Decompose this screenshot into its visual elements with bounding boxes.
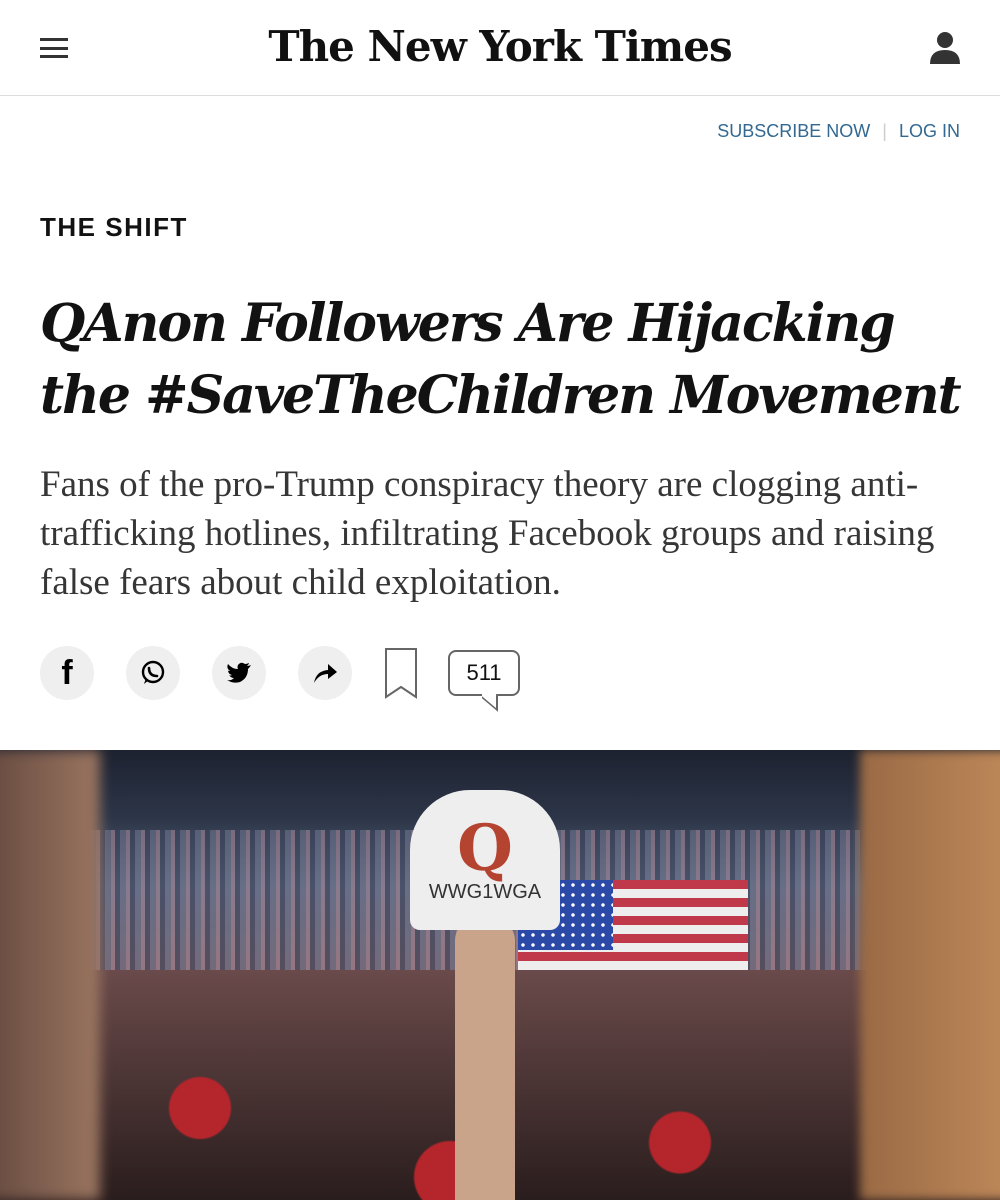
nyt-logo[interactable]: The New York Times <box>0 22 1000 71</box>
account-icon[interactable] <box>930 30 960 66</box>
foreground-blur-left <box>0 750 100 1200</box>
q-hat: Q WWG1WGA <box>410 790 560 930</box>
lead-photo[interactable]: Q WWG1WGA <box>0 750 1000 1200</box>
foreground-blur-right <box>860 750 1000 1200</box>
hat-letter: Q <box>457 810 513 886</box>
whatsapp-share-button[interactable] <box>126 646 180 700</box>
bookmark-icon[interactable] <box>384 647 418 699</box>
separator: | <box>882 121 887 141</box>
raised-arm <box>455 920 515 1200</box>
comments-button[interactable]: 511 <box>448 650 520 696</box>
headline: QAnon Followers Are Hijacking the #SaveT… <box>40 293 962 426</box>
hat-text: WWG1WGA <box>428 880 542 903</box>
share-arrow-icon <box>314 664 337 683</box>
top-bar: The New York Times <box>0 0 1000 96</box>
login-link[interactable]: LOG IN <box>899 121 960 141</box>
section-kicker[interactable]: THE SHIFT <box>40 212 188 243</box>
whatsapp-icon <box>141 660 165 684</box>
account-links: SUBSCRIBE NOW | LOG IN <box>717 121 960 142</box>
more-share-button[interactable] <box>298 646 352 700</box>
subscribe-link[interactable]: SUBSCRIBE NOW <box>717 121 870 141</box>
facebook-share-button[interactable]: f <box>40 646 94 700</box>
facebook-icon: f <box>61 653 73 692</box>
twitter-share-button[interactable] <box>212 646 266 700</box>
summary: Fans of the pro-Trump conspiracy theory … <box>40 464 935 603</box>
twitter-icon <box>227 662 251 683</box>
share-toolbar: f 511 <box>40 646 520 700</box>
comment-count: 511 <box>466 660 502 685</box>
